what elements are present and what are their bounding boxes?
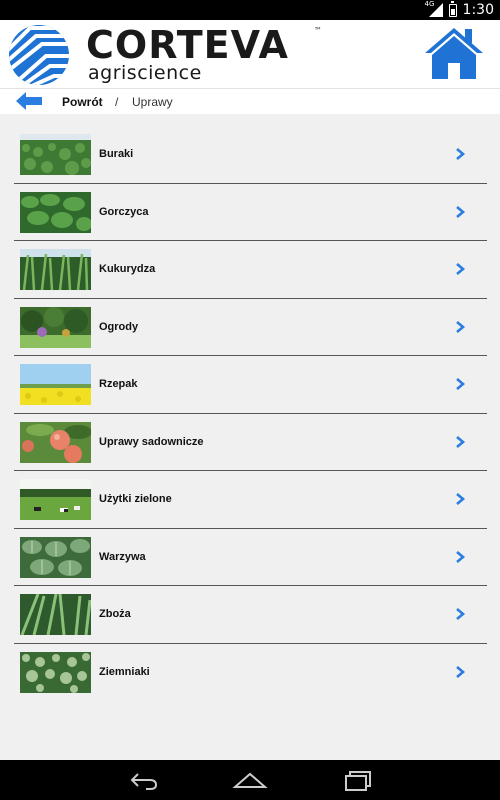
crop-label: Ziemniaki xyxy=(99,665,150,678)
home-icon xyxy=(425,28,483,79)
breadcrumb: Powrót / Uprawy xyxy=(0,88,500,114)
status-time: 1:30 xyxy=(462,2,494,18)
corn-field-photo xyxy=(20,249,91,290)
nav-recents-icon xyxy=(345,771,371,791)
vegetables-photo xyxy=(20,536,91,578)
crop-item-gorczyca[interactable]: Gorczyca xyxy=(14,184,487,241)
chevron-right-icon xyxy=(456,665,466,678)
crop-label: Użytki zielone xyxy=(99,493,172,505)
crop-item-buraki[interactable]: Buraki xyxy=(14,126,487,184)
brand-subtitle: agriscience xyxy=(88,62,202,84)
chevron-right-icon xyxy=(456,493,466,505)
brand-trademark: ™ xyxy=(314,26,322,35)
crop-label: Rzepak xyxy=(99,378,138,390)
corteva-logo-icon xyxy=(8,24,70,86)
battery-icon xyxy=(448,0,457,17)
network-type: 4G xyxy=(424,0,435,8)
breadcrumb-current: Uprawy xyxy=(132,95,173,109)
app-header: CORTEVA ™ agriscience xyxy=(0,20,500,88)
crop-item-kukurydza[interactable]: Kukurydza xyxy=(14,241,487,299)
chevron-right-icon xyxy=(456,148,466,160)
crop-item-zboza[interactable]: Zboża xyxy=(14,586,487,644)
crop-item-uprawy-sadownicze[interactable]: Uprawy sadownicze xyxy=(14,414,487,471)
crop-item-uzytki-zielone[interactable]: Użytki zielone xyxy=(14,471,487,529)
pasture-photo xyxy=(20,479,91,520)
garden-photo xyxy=(20,306,91,348)
back-button[interactable] xyxy=(16,92,42,110)
crops-page: Buraki Gorczyca Kukurydza Ogrody Rzepak … xyxy=(0,114,500,760)
breadcrumb-back-link[interactable]: Powrót xyxy=(62,95,103,109)
nav-back-icon xyxy=(130,773,158,790)
crop-label: Zboża xyxy=(99,608,131,620)
crop-item-ziemniaki[interactable]: Ziemniaki xyxy=(14,644,487,702)
chevron-right-icon xyxy=(456,435,466,448)
nav-recents-button[interactable] xyxy=(340,768,376,792)
chevron-right-icon xyxy=(456,263,466,275)
beet-field-photo xyxy=(20,134,91,175)
apples-photo xyxy=(20,421,91,463)
crop-label: Buraki xyxy=(99,148,134,160)
home-button[interactable] xyxy=(423,25,485,81)
rapeseed-field-photo xyxy=(20,364,91,405)
nav-back-button[interactable] xyxy=(126,768,162,792)
signal-icon: 4G xyxy=(424,0,443,17)
chevron-right-icon xyxy=(456,320,466,333)
system-nav-bar xyxy=(0,760,500,800)
nav-home-button[interactable] xyxy=(232,768,268,792)
crop-list: Buraki Gorczyca Kukurydza Ogrody Rzepak … xyxy=(14,126,487,701)
crop-item-rzepak[interactable]: Rzepak xyxy=(14,356,487,414)
crop-label: Gorczyca xyxy=(99,205,149,218)
arrow-left-icon xyxy=(16,92,42,110)
cereals-photo xyxy=(20,594,91,635)
crop-item-warzywa[interactable]: Warzywa xyxy=(14,529,487,586)
status-bar: 4G 1:30 xyxy=(0,0,500,20)
chevron-right-icon xyxy=(456,205,466,218)
crop-label: Kukurydza xyxy=(99,263,156,275)
chevron-right-icon xyxy=(456,550,466,563)
crop-label: Warzywa xyxy=(99,550,146,563)
breadcrumb-separator: / xyxy=(115,95,119,109)
chevron-right-icon xyxy=(456,608,466,620)
status-icons: 4G 1:30 xyxy=(424,0,494,18)
mustard-leaves-photo xyxy=(20,191,91,233)
crop-label: Ogrody xyxy=(99,320,139,333)
chevron-right-icon xyxy=(456,378,466,390)
potato-field-photo xyxy=(20,651,91,693)
crop-item-ogrody[interactable]: Ogrody xyxy=(14,299,487,356)
nav-home-icon xyxy=(232,772,268,788)
crop-label: Uprawy sadownicze xyxy=(99,435,204,448)
